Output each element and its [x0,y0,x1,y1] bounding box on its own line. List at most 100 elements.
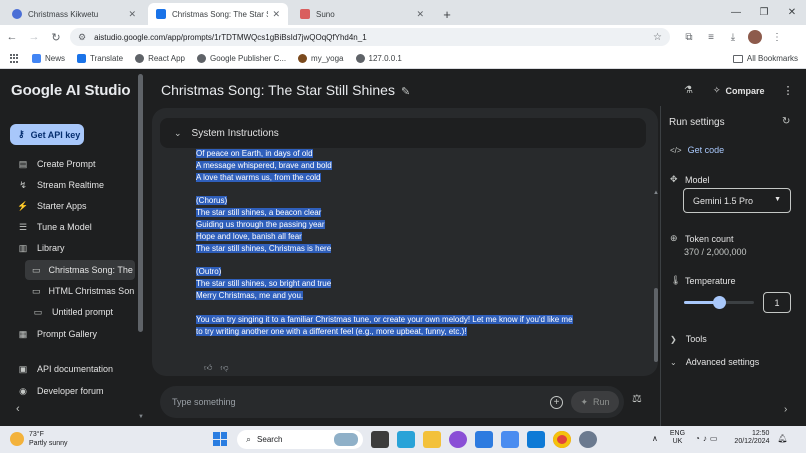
nav-api-documentation[interactable]: ▣ API documentation [10,359,134,379]
chat-scrollbar[interactable] [654,288,658,362]
bookmark-my-yoga[interactable]: my_yoga [298,54,344,63]
nav-stream-realtime[interactable]: ↯ Stream Realtime [10,175,134,195]
wifi-volume-battery-icon[interactable]: ◔♪▭ [695,434,720,443]
nav-tune-model[interactable]: ☰ Tune a Model [10,217,134,237]
sidebar-scrollbar[interactable] [138,74,143,332]
all-bookmarks[interactable]: All Bookmarks [732,54,798,63]
chevron-up-icon[interactable]: ∧ [652,434,658,443]
temperature-slider[interactable] [684,296,754,309]
browser-tab-christmass-kikwetu[interactable]: Christmass Kikwetu ✕ [4,3,144,25]
windows-start-icon[interactable] [213,432,227,446]
reset-icon[interactable]: ↻ [782,116,790,127]
language-indicator[interactable]: ENG UK [670,430,685,446]
response-line: A love that warms us, from the cold [196,172,321,182]
thumbs-down-icon[interactable]: 👎︎ [220,363,228,372]
minimize-icon[interactable]: — [722,0,750,25]
search-icon: ⌕ [246,434,252,444]
maximize-icon[interactable]: ❐ [750,0,778,25]
reload-icon[interactable]: ↻ [46,27,66,47]
extensions-icon[interactable]: ⧉ [678,27,700,47]
nav-developer-forum[interactable]: ◉ Developer forum [10,381,134,401]
thumbs-up-icon[interactable]: 👍︎ [204,363,212,372]
download-icon[interactable]: ⤓ [722,27,744,47]
model-icon: ✥ [670,174,678,184]
vscode-icon[interactable] [527,431,545,448]
edit-pencil-icon[interactable]: ✎ [401,86,410,98]
bookmark-star-icon[interactable]: ☆ [653,32,662,43]
slider-knob[interactable] [713,296,726,309]
create-prompt-icon: ▤ [18,158,28,169]
add-media-icon[interactable]: + [550,395,563,409]
expand-panel-icon[interactable]: › [784,404,787,415]
close-icon[interactable]: ✕ [272,9,280,20]
compare-button[interactable]: Compare [726,86,765,96]
new-tab-button[interactable]: + [438,5,456,23]
window-close-icon[interactable]: ✕ [778,0,806,25]
close-icon[interactable]: ✕ [416,9,424,20]
bookmark-localhost[interactable]: 127.0.0.1 [355,54,402,63]
nav-create-prompt[interactable]: ▤ Create Prompt [10,154,134,174]
token-count-value: 370 / 2,000,000 [684,247,747,257]
settings-gear-icon[interactable] [579,431,597,448]
system-instructions-header[interactable]: ⌄ System Instructions [160,118,646,148]
library-item-christmas-song[interactable]: ▭ Christmas Song: The ... [25,260,135,280]
bookmark-news[interactable]: News [32,54,65,63]
nav-starter-apps[interactable]: ⚡ Starter Apps [10,196,134,216]
clock[interactable]: 12:50 20/12/2024 [734,430,769,446]
tune-settings-icon[interactable]: ⚖ [632,392,642,405]
bolt-icon: ⚡ [17,200,29,211]
close-icon[interactable]: ✕ [128,9,136,20]
menu-icon[interactable]: ⋮ [766,27,788,47]
bookmark-react-app[interactable]: React App [135,54,185,63]
weather-widget[interactable]: 73°F Partly sunny [10,430,68,448]
nav-library[interactable]: ▥ Library [10,238,134,258]
response-line: The star still shines, a beacon clear [196,208,322,218]
scroll-down-icon[interactable]: ▼ [138,414,144,420]
get-code-link[interactable]: </> Get code [670,145,724,155]
nav-prompt-gallery[interactable]: ▦ Prompt Gallery [10,324,134,344]
lab-flask-icon[interactable]: ⚗ [684,85,693,96]
chat-icon: ▭ [32,285,41,296]
more-options-icon[interactable]: ⋮ [783,84,794,97]
site-info-icon[interactable]: ⚙ [78,32,86,43]
app-blue-icon[interactable] [475,431,493,448]
top-actions: ⚗ ✧ Compare ⋮ [684,84,794,97]
apps-grid-icon[interactable] [10,53,20,64]
response-line: You can try singing it to a familiar Chr… [196,314,573,324]
browser-tab-ai-studio[interactable]: Christmas Song: The Star Still Sh ✕ [148,3,288,25]
library-icon: ▥ [18,242,28,253]
media-icon[interactable]: ≡ [700,27,722,47]
task-view-icon[interactable] [371,431,389,448]
back-icon[interactable]: ← [2,27,22,47]
ai-studio-app: Google AI Studio ⚷ Get API key ▤ Create P… [0,70,806,426]
prompt-input[interactable]: Type something + ✦ Run [160,386,624,418]
taskbar-search[interactable]: ⌕ Search [237,430,363,449]
get-api-key-button[interactable]: ⚷ Get API key [10,124,84,145]
forward-icon[interactable]: → [24,27,44,47]
temperature-input[interactable]: 1 [763,292,791,313]
sidebar: Google AI Studio ⚷ Get API key ▤ Create P… [0,70,148,426]
response-line: A message whispered, brave and bold [196,160,332,170]
app-rocket-icon[interactable] [501,431,519,448]
file-explorer-icon[interactable] [423,431,441,448]
kodi-app-icon[interactable] [397,431,415,448]
bookmark-google-publisher[interactable]: Google Publisher C... [197,54,286,63]
address-bar[interactable]: ⚙ aistudio.google.com/app/prompts/1rTDTM… [70,28,670,46]
library-item-untitled[interactable]: ▭ Untitled prompt [25,302,135,322]
browser-tab-suno[interactable]: Suno ✕ [292,3,432,25]
profile-avatar[interactable] [748,30,762,44]
library-item-html-christmas[interactable]: ▭ HTML Christmas Son... [25,281,135,301]
tools-section[interactable]: ❯ Tools [670,334,707,344]
chrome-icon[interactable] [553,431,571,448]
bookmark-translate[interactable]: Translate [77,54,123,63]
collapse-sidebar-icon[interactable]: ‹ [16,403,20,415]
app-purple-icon[interactable] [449,431,467,448]
model-select[interactable]: Gemini 1.5 Pro ▼ [683,188,791,213]
system-tray: ∧ ENG UK ◔♪▭ 12:50 20/12/2024 🔔︎ [652,430,788,446]
scroll-up-icon[interactable]: ▲ [653,190,658,196]
notification-bell-icon[interactable]: 🔔︎ [777,434,787,443]
thermometer-icon: 🌡︎ [670,275,682,285]
advanced-settings-section[interactable]: ⌄ Advanced settings [670,357,759,367]
run-button[interactable]: ✦ Run [571,391,619,413]
